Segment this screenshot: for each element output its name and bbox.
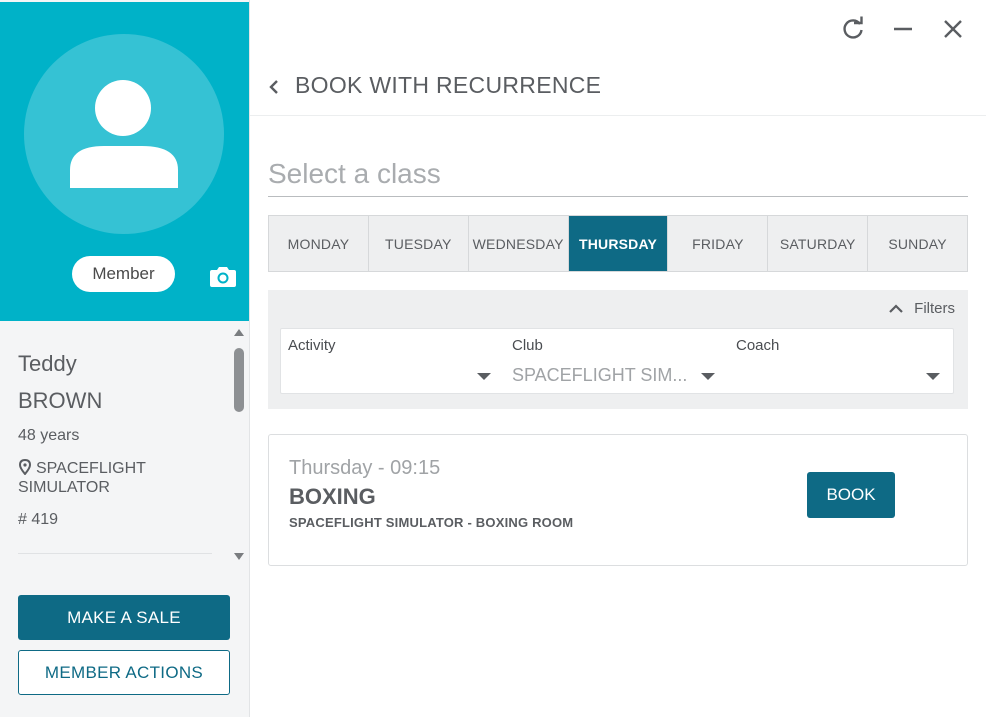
club-filter-value: SPACEFLIGHT SIM... — [512, 365, 688, 385]
member-last-name: BROWN — [18, 388, 103, 413]
location-pin-icon — [18, 459, 32, 475]
make-a-sale-button[interactable]: MAKE A SALE — [18, 595, 230, 640]
avatar — [24, 34, 224, 234]
day-tabs: MONDAY TUESDAY WEDNESDAY THURSDAY FRIDAY… — [268, 215, 968, 272]
tab-thursday[interactable]: THURSDAY — [568, 216, 669, 271]
scroll-thumb[interactable] — [234, 348, 244, 412]
member-actions-button[interactable]: MEMBER ACTIONS — [18, 650, 230, 695]
club-filter[interactable]: Club SPACEFLIGHT SIM... — [505, 329, 729, 395]
member-number: # 419 — [18, 511, 59, 528]
select-class-input[interactable]: Select a class — [268, 158, 968, 197]
member-club-label: SPACEFLIGHT SIMULATOR — [18, 460, 146, 496]
chevron-left-icon[interactable] — [268, 78, 280, 96]
camera-icon[interactable] — [209, 264, 237, 288]
user-icon — [70, 80, 178, 188]
member-info: Teddy BROWN 48 years SPACEFLIGHT SIMULAT… — [0, 321, 230, 566]
coach-filter-label: Coach — [736, 337, 780, 354]
filter-fields: Activity Club SPACEFLIGHT SIM... Coach — [280, 328, 954, 394]
tab-friday[interactable]: FRIDAY — [668, 216, 769, 271]
divider — [18, 553, 212, 554]
coach-filter[interactable]: Coach — [729, 329, 953, 395]
filters-panel: Filters Activity Club SPACEFLIGHT SIM...… — [268, 290, 968, 409]
page-title: BOOK WITH RECURRENCE — [295, 72, 602, 98]
activity-filter-label: Activity — [288, 337, 336, 354]
book-button[interactable]: BOOK — [807, 472, 895, 518]
member-panel: Member Teddy BROWN 48 years SPACEFLIGHT … — [0, 0, 250, 717]
club-filter-label: Club — [512, 337, 543, 354]
member-age: 48 years — [18, 427, 80, 444]
class-location: SPACEFLIGHT SIMULATOR - BOXING ROOM — [289, 515, 574, 530]
scroll-up-arrow-icon[interactable] — [234, 329, 244, 336]
activity-filter[interactable]: Activity — [281, 329, 505, 395]
class-name: BOXING — [289, 484, 376, 509]
member-status-badge: Member — [72, 256, 175, 292]
book-recurrence-window: Member Teddy BROWN 48 years SPACEFLIGHT … — [0, 0, 986, 717]
class-card: Thursday - 09:15 BOXING SPACEFLIGHT SIMU… — [268, 434, 968, 566]
tab-sunday[interactable]: SUNDAY — [868, 216, 967, 271]
chevron-down-icon — [926, 373, 940, 380]
chevron-down-icon — [477, 373, 491, 380]
member-info-scrollbar[interactable] — [230, 327, 248, 567]
member-club: SPACEFLIGHT SIMULATOR — [18, 459, 218, 497]
refresh-icon[interactable] — [840, 16, 866, 42]
filters-toggle[interactable]: Filters — [888, 300, 955, 317]
class-time: Thursday - 09:15 — [289, 457, 441, 479]
member-header: Member — [0, 2, 249, 321]
chevron-up-icon — [889, 303, 903, 313]
chevron-down-icon — [701, 373, 715, 380]
tab-saturday[interactable]: SATURDAY — [768, 216, 869, 271]
member-first-name: Teddy — [18, 351, 77, 376]
filters-label: Filters — [914, 300, 955, 317]
tab-wednesday[interactable]: WEDNESDAY — [469, 216, 569, 271]
tab-monday[interactable]: MONDAY — [269, 216, 369, 271]
close-icon[interactable] — [940, 16, 966, 42]
scroll-down-arrow-icon[interactable] — [234, 553, 244, 560]
tab-tuesday[interactable]: TUESDAY — [369, 216, 469, 271]
minimize-icon[interactable] — [890, 16, 916, 42]
